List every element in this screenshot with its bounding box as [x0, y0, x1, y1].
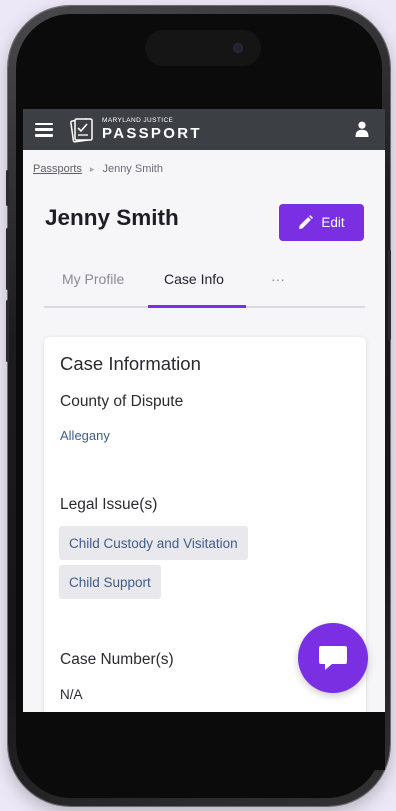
breadcrumb-passports-link[interactable]: Passports	[33, 163, 82, 175]
case-numbers-label: Case Number(s)	[60, 651, 174, 668]
dynamic-island	[145, 30, 261, 66]
edit-button[interactable]: Edit	[279, 204, 364, 241]
hamburger-menu-icon[interactable]	[35, 122, 53, 137]
chat-button[interactable]	[298, 623, 368, 693]
tab-my-profile[interactable]: My Profile	[62, 271, 124, 287]
card-title: Case Information	[60, 353, 201, 374]
app-logo[interactable]: MARYLAND JUSTICE PASSPORT	[70, 117, 202, 143]
county-label: County of Dispute	[60, 393, 184, 410]
phone-volume-up	[6, 228, 9, 290]
logo-tagline: MARYLAND JUSTICE	[102, 116, 174, 124]
phone-action-button	[6, 170, 9, 206]
pencil-icon	[299, 215, 314, 230]
phone-power-button	[388, 250, 391, 340]
edit-button-label: Edit	[321, 215, 345, 230]
app-screen: MARYLAND JUSTICE PASSPORT Passports ▸ Je…	[23, 109, 385, 712]
passport-checklist-icon	[70, 117, 93, 143]
phone-bottom-bezel	[23, 712, 385, 770]
active-tab-indicator	[148, 305, 246, 308]
county-value: Allegany	[60, 428, 110, 443]
chat-bubble-icon	[319, 646, 347, 670]
breadcrumb-separator: ▸	[89, 163, 95, 174]
legal-issue-chip: Child Custody and Visitation	[59, 526, 248, 560]
user-icon[interactable]	[355, 121, 369, 137]
profile-tabs: My Profile Case Info ···	[44, 261, 365, 308]
tab-more[interactable]: ···	[271, 271, 285, 287]
tab-case-info[interactable]: Case Info	[164, 271, 224, 287]
legal-issue-chip: Child Support	[59, 565, 161, 599]
case-numbers-value: N/A	[60, 687, 83, 702]
logo-wordmark: PASSPORT	[102, 125, 202, 143]
top-nav-bar: MARYLAND JUSTICE PASSPORT	[23, 109, 385, 150]
breadcrumb-current: Jenny Smith	[102, 163, 163, 175]
legal-issues-label: Legal Issue(s)	[60, 496, 158, 513]
page-title: Jenny Smith	[45, 205, 179, 230]
phone-volume-down	[6, 300, 9, 362]
breadcrumb: Passports ▸ Jenny Smith	[33, 163, 163, 175]
front-camera	[233, 43, 243, 53]
